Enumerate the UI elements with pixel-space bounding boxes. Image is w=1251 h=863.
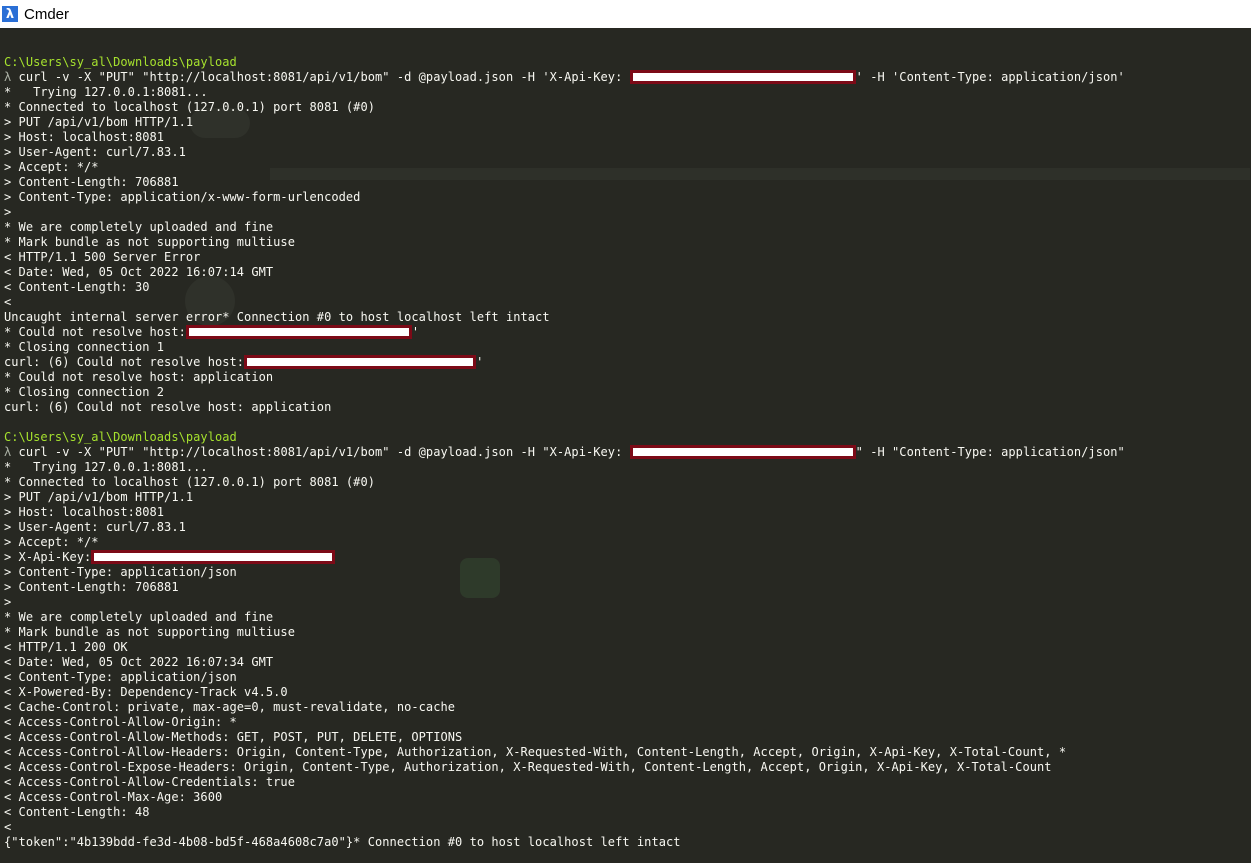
output-line: < <box>4 820 12 834</box>
output-line: > Host: localhost:8081 <box>4 505 165 519</box>
output-line: > X-Api-Key: <box>4 550 1125 565</box>
output-line: > Content-Length: 706881 <box>4 580 179 594</box>
lambda-icon: λ <box>2 6 18 22</box>
output-line: > <box>4 595 12 609</box>
output-line: * Mark bundle as not supporting multiuse <box>4 235 295 249</box>
output-line: > Content-Type: application/json <box>4 565 237 579</box>
command-text-tail: ' -H 'Content-Type: application/json' <box>855 70 1125 84</box>
output-line: > User-Agent: curl/7.83.1 <box>4 520 186 534</box>
output-line: < X-Powered-By: Dependency-Track v4.5.0 <box>4 685 288 699</box>
output-line: < Date: Wed, 05 Oct 2022 16:07:34 GMT <box>4 655 274 669</box>
output-line: * We are completely uploaded and fine <box>4 220 274 234</box>
output-line: < Access-Control-Allow-Credentials: true <box>4 775 295 789</box>
command-text: curl -v -X "PUT" "http://localhost:8081/… <box>11 70 623 84</box>
window-titlebar[interactable]: λ Cmder <box>0 0 1251 28</box>
terminal-console[interactable]: C:\Users\sy_al\Downloads\payload λ curl … <box>0 28 1251 863</box>
output-line: > PUT /api/v1/bom HTTP/1.1 <box>4 115 194 129</box>
output-line: * Trying 127.0.0.1:8081... <box>4 460 208 474</box>
output-line: > Content-Type: application/x-www-form-u… <box>4 190 361 204</box>
output-text-tail: ' <box>411 325 420 339</box>
output-text: * Could not resolve host: <box>4 325 186 339</box>
redacted-host <box>185 325 412 339</box>
redacted-api-key <box>629 70 856 84</box>
output-text: curl: (6) Could not resolve host: <box>4 355 245 369</box>
output-text-tail: ' <box>476 355 484 369</box>
output-line: < <box>4 295 12 309</box>
output-line: < Content-Type: application/json <box>4 670 237 684</box>
output-line: < HTTP/1.1 200 OK <box>4 640 128 654</box>
command-text-tail: " -H "Content-Type: application/json" <box>855 445 1125 459</box>
output-line: < Access-Control-Allow-Origin: * <box>4 715 237 729</box>
redacted-api-key <box>629 445 856 459</box>
output-line: Uncaught internal server error* Connecti… <box>4 310 550 324</box>
output-line: < Cache-Control: private, max-age=0, mus… <box>4 700 456 714</box>
output-line: > Accept: */* <box>4 535 99 549</box>
output-line: < Access-Control-Allow-Methods: GET, POS… <box>4 730 463 744</box>
command-text: curl -v -X "PUT" "http://localhost:8081/… <box>11 445 623 459</box>
output-line: * Mark bundle as not supporting multiuse <box>4 625 295 639</box>
output-line: curl: (6) Could not resolve host: applic… <box>4 400 332 414</box>
output-line: * Connected to localhost (127.0.0.1) por… <box>4 100 376 114</box>
output-line: * Closing connection 2 <box>4 385 165 399</box>
output-line: < Date: Wed, 05 Oct 2022 16:07:14 GMT <box>4 265 274 279</box>
output-line: > User-Agent: curl/7.83.1 <box>4 145 186 159</box>
output-line: * We are completely uploaded and fine <box>4 610 274 624</box>
output-line: > Host: localhost:8081 <box>4 130 165 144</box>
terminal-output: C:\Users\sy_al\Downloads\payload λ curl … <box>4 55 1125 850</box>
output-line: < Access-Control-Max-Age: 3600 <box>4 790 223 804</box>
redacted-host <box>244 355 477 369</box>
command-line: λ curl -v -X "PUT" "http://localhost:808… <box>4 70 1125 85</box>
output-line: * Could not resolve host: ' <box>4 325 1125 340</box>
output-line: < Access-Control-Allow-Headers: Origin, … <box>4 745 1067 759</box>
output-line: > Content-Length: 706881 <box>4 175 179 189</box>
output-line: * Closing connection 1 <box>4 340 165 354</box>
output-line: > <box>4 205 12 219</box>
prompt-path: C:\Users\sy_al\Downloads\payload <box>4 430 237 444</box>
output-line: * Connected to localhost (127.0.0.1) por… <box>4 475 376 489</box>
output-line: > Accept: */* <box>4 160 99 174</box>
output-line: {"token":"4b139bdd-fe3d-4b08-bd5f-468a46… <box>4 835 681 849</box>
prompt-path: C:\Users\sy_al\Downloads\payload <box>4 55 237 69</box>
output-line: > PUT /api/v1/bom HTTP/1.1 <box>4 490 194 504</box>
output-line: < Content-Length: 30 <box>4 280 150 294</box>
command-line: λ curl -v -X "PUT" "http://localhost:808… <box>4 445 1125 460</box>
window-title: Cmder <box>24 5 70 23</box>
output-line: < HTTP/1.1 500 Server Error <box>4 250 201 264</box>
output-line: * Could not resolve host: application <box>4 370 274 384</box>
output-line: curl: (6) Could not resolve host: ' <box>4 355 1125 370</box>
output-line: * Trying 127.0.0.1:8081... <box>4 85 208 99</box>
output-line: < Access-Control-Expose-Headers: Origin,… <box>4 760 1052 774</box>
output-text: > X-Api-Key: <box>4 550 92 564</box>
output-line: < Content-Length: 48 <box>4 805 150 819</box>
redacted-api-key <box>91 550 336 564</box>
